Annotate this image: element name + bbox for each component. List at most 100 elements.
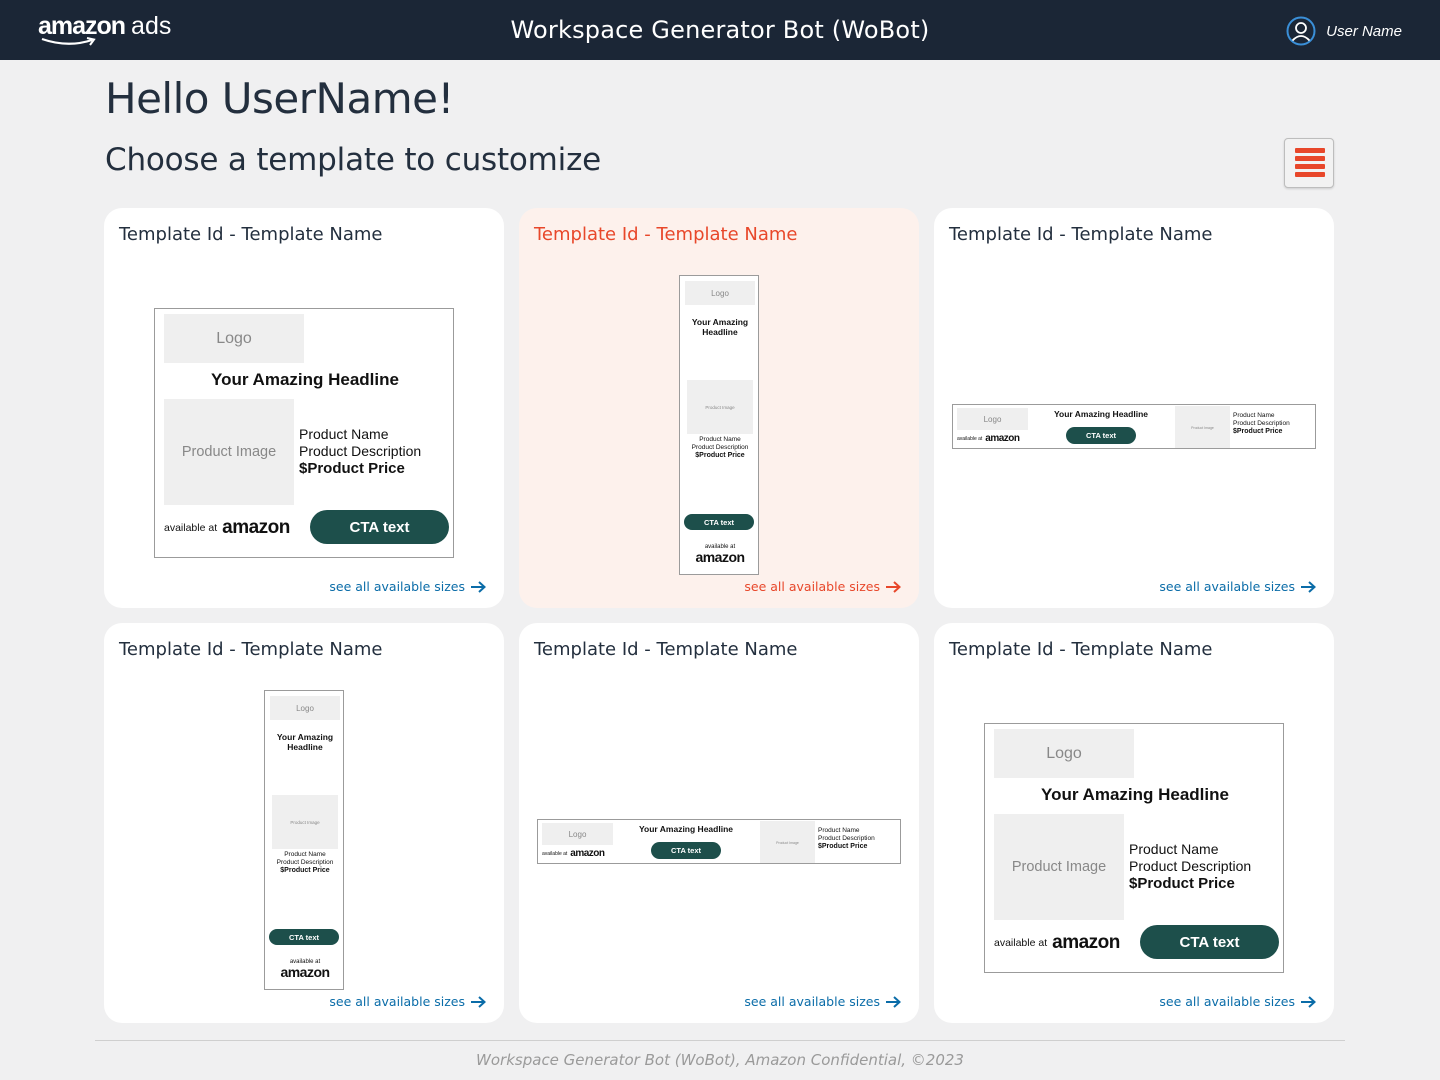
- ad-product-name: Product Name: [299, 426, 389, 442]
- page-subtitle: Choose a template to customize: [105, 142, 602, 178]
- see-all-sizes-label: see all available sizes: [1159, 579, 1295, 594]
- available-at-label: available at: [542, 850, 568, 857]
- amazon-wordmark: amazon: [985, 433, 1020, 444]
- ad-product-description: Product Description: [691, 443, 749, 451]
- available-at-label: available at: [957, 435, 983, 442]
- greeting: Hello UserName!: [105, 74, 454, 123]
- template-title: Template Id - Template Name: [949, 224, 1213, 245]
- amazon-wordmark: amazon: [570, 848, 605, 859]
- ad-product-image: Product Image: [687, 380, 753, 434]
- menu-bar-3: [1295, 164, 1325, 169]
- ad-logo-placeholder: Logo: [685, 281, 755, 305]
- ad-product-name: Product Name: [1233, 412, 1275, 419]
- template-title: Template Id - Template Name: [119, 224, 383, 245]
- amazon-wordmark: amazon: [280, 964, 330, 980]
- ad-product-description: Product Description: [1233, 419, 1290, 427]
- template-card[interactable]: Template Id - Template Name Logo Your Am…: [104, 623, 504, 1023]
- ad-available-at-amazon: available at amazon: [957, 433, 1020, 444]
- arrow-right-icon: [886, 995, 901, 1008]
- footer-divider: [95, 1040, 1345, 1041]
- user-circle-icon: [1286, 16, 1316, 46]
- ad-logo-placeholder: Logo: [957, 408, 1028, 430]
- template-card[interactable]: Template Id - Template Name Logo availab…: [934, 208, 1334, 608]
- ad-logo-placeholder: Logo: [270, 696, 340, 720]
- template-card[interactable]: Template Id - Template Name Logo Your Am…: [934, 623, 1334, 1023]
- menu-bar-2: [1295, 156, 1325, 161]
- template-card-selected[interactable]: Template Id - Template Name Logo Your Am…: [519, 208, 919, 608]
- ad-product-description: Product Description: [276, 858, 334, 866]
- template-title: Template Id - Template Name: [534, 639, 798, 660]
- ad-product-name: Product Name: [818, 827, 860, 834]
- see-all-sizes-link[interactable]: see all available sizes: [744, 579, 901, 594]
- see-all-sizes-link[interactable]: see all available sizes: [329, 579, 486, 594]
- footer-text: Workspace Generator Bot (WoBot), Amazon …: [476, 1051, 964, 1069]
- ad-headline: Your Amazing Headline: [276, 732, 334, 752]
- ad-product-name: Product Name: [699, 436, 741, 443]
- ad-headline: Your Amazing Headline: [1054, 409, 1148, 419]
- template-card[interactable]: Template Id - Template Name Logo availab…: [519, 623, 919, 1023]
- ad-product-description: Product Description: [299, 442, 422, 459]
- arrow-right-icon: [886, 580, 901, 593]
- ad-preview-skyscraper: Logo Your Amazing Headline Product Image…: [264, 690, 344, 990]
- top-bar: amazon ads Workspace Generator Bot (WoBo…: [0, 0, 1440, 60]
- ad-product-price: $Product Price: [299, 459, 405, 477]
- arrow-right-icon: [471, 995, 486, 1008]
- ad-product-name: Product Name: [284, 851, 326, 858]
- template-title: Template Id - Template Name: [949, 639, 1213, 660]
- ad-headline: Your Amazing Headline: [211, 370, 399, 389]
- ad-headline: Your Amazing Headline: [691, 317, 749, 337]
- ad-product-info: Product Name Product Description $Produc…: [1233, 412, 1290, 436]
- see-all-sizes-link[interactable]: see all available sizes: [329, 994, 486, 1009]
- ad-available-at-amazon: available at amazon: [680, 544, 758, 565]
- ad-product-image: Product Image: [994, 814, 1124, 920]
- ad-product-info: Product Name Product Description $Produc…: [299, 426, 421, 478]
- menu-bar-1: [1295, 148, 1325, 153]
- template-title: Template Id - Template Name: [534, 224, 798, 245]
- amazon-wordmark: amazon: [695, 549, 745, 565]
- see-all-sizes-label: see all available sizes: [329, 994, 465, 1009]
- template-card[interactable]: Template Id - Template Name Logo Your Am…: [104, 208, 504, 608]
- ad-product-description: Product Description: [818, 834, 875, 842]
- ad-product-image: Product Image: [1175, 406, 1230, 448]
- ad-logo-placeholder: Logo: [542, 823, 613, 845]
- see-all-sizes-label: see all available sizes: [329, 579, 465, 594]
- available-at-label: available at: [994, 937, 1048, 949]
- user-menu[interactable]: User Name: [1286, 15, 1402, 47]
- ad-logo-placeholder: Logo: [164, 314, 304, 363]
- arrow-right-icon: [1301, 995, 1316, 1008]
- see-all-sizes-link[interactable]: see all available sizes: [744, 994, 901, 1009]
- ad-product-image: Product Image: [164, 399, 294, 505]
- ad-headline: Your Amazing Headline: [1041, 785, 1229, 804]
- ad-product-image: Product Image: [272, 795, 338, 849]
- ad-available-at-amazon: available at amazon: [542, 848, 605, 859]
- see-all-sizes-link[interactable]: see all available sizes: [1159, 994, 1316, 1009]
- ad-preview-medium-rectangle: Logo Your Amazing Headline Product Image…: [154, 308, 454, 558]
- ad-product-info: Product Name Product Description $Produc…: [818, 827, 875, 851]
- ad-product-price: $Product Price: [818, 842, 868, 850]
- ad-product-price: $Product Price: [1129, 874, 1235, 892]
- see-all-sizes-link[interactable]: see all available sizes: [1159, 579, 1316, 594]
- ad-preview-medium-rectangle: Logo Your Amazing Headline Product Image…: [984, 723, 1284, 973]
- hamburger-menu-button[interactable]: [1284, 138, 1334, 188]
- app-title: Workspace Generator Bot (WoBot): [510, 16, 930, 44]
- user-name: User Name: [1326, 22, 1402, 40]
- available-at-label: available at: [164, 522, 218, 534]
- ad-cta-button: CTA text: [1066, 427, 1136, 444]
- ad-preview-leaderboard: Logo available at amazon Your Amazing He…: [537, 819, 901, 864]
- ad-cta-button: CTA text: [1140, 925, 1279, 959]
- ad-product-price: $Product Price: [695, 451, 745, 459]
- ad-product-image: Product Image: [760, 821, 815, 863]
- arrow-right-icon: [1301, 580, 1316, 593]
- see-all-sizes-label: see all available sizes: [744, 579, 880, 594]
- ad-product-name: Product Name: [1129, 841, 1219, 857]
- ad-product-info: Product Name Product Description $Produc…: [680, 436, 758, 460]
- ad-product-info: Product Name Product Description $Produc…: [265, 851, 343, 875]
- ad-product-info: Product Name Product Description $Produc…: [1129, 841, 1251, 893]
- see-all-sizes-label: see all available sizes: [1159, 994, 1295, 1009]
- see-all-sizes-label: see all available sizes: [744, 994, 880, 1009]
- ad-available-at-amazon: available at amazon: [265, 959, 343, 980]
- ad-product-price: $Product Price: [1233, 427, 1283, 435]
- ad-preview-skyscraper: Logo Your Amazing Headline Product Image…: [679, 275, 759, 575]
- ad-product-description: Product Description: [1129, 857, 1252, 874]
- ad-cta-button: CTA text: [269, 929, 339, 945]
